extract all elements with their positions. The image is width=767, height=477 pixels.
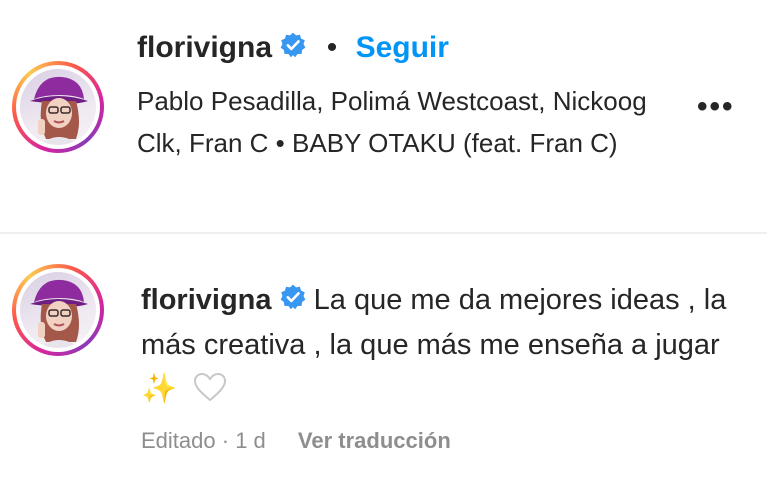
- header-separator: •: [326, 31, 338, 64]
- heart-outline-icon[interactable]: [193, 371, 227, 415]
- story-ring-avatar[interactable]: [12, 264, 104, 356]
- avatar: [20, 272, 96, 348]
- post-username[interactable]: florivigna: [137, 31, 272, 64]
- more-options-icon[interactable]: •••: [697, 92, 735, 122]
- verified-badge-icon: [280, 279, 306, 323]
- translate-button[interactable]: Ver traducción: [298, 428, 451, 453]
- edited-label: Editado: [141, 428, 216, 453]
- comment-meta: Editado · 1 d Ver traducción: [141, 426, 451, 456]
- follow-button[interactable]: Seguir: [356, 31, 449, 64]
- post-header: florivigna • Seguir Pablo Pesadilla, Pol…: [0, 0, 767, 232]
- comment: florivigna La que me da mejores ideas , …: [0, 234, 767, 477]
- audio-attribution[interactable]: Pablo Pesadilla, Polimá Westcoast, Nicko…: [137, 80, 677, 164]
- avatar: [20, 69, 96, 145]
- comment-username[interactable]: florivigna: [141, 284, 272, 316]
- comment-time[interactable]: 1 d: [235, 428, 266, 453]
- comment-body: florivigna La que me da mejores ideas , …: [141, 278, 741, 415]
- sparkles-emoji: ✨: [141, 373, 178, 406]
- time-separator: ·: [221, 428, 230, 453]
- story-ring-avatar[interactable]: [12, 61, 104, 153]
- verified-badge-icon: [280, 29, 306, 69]
